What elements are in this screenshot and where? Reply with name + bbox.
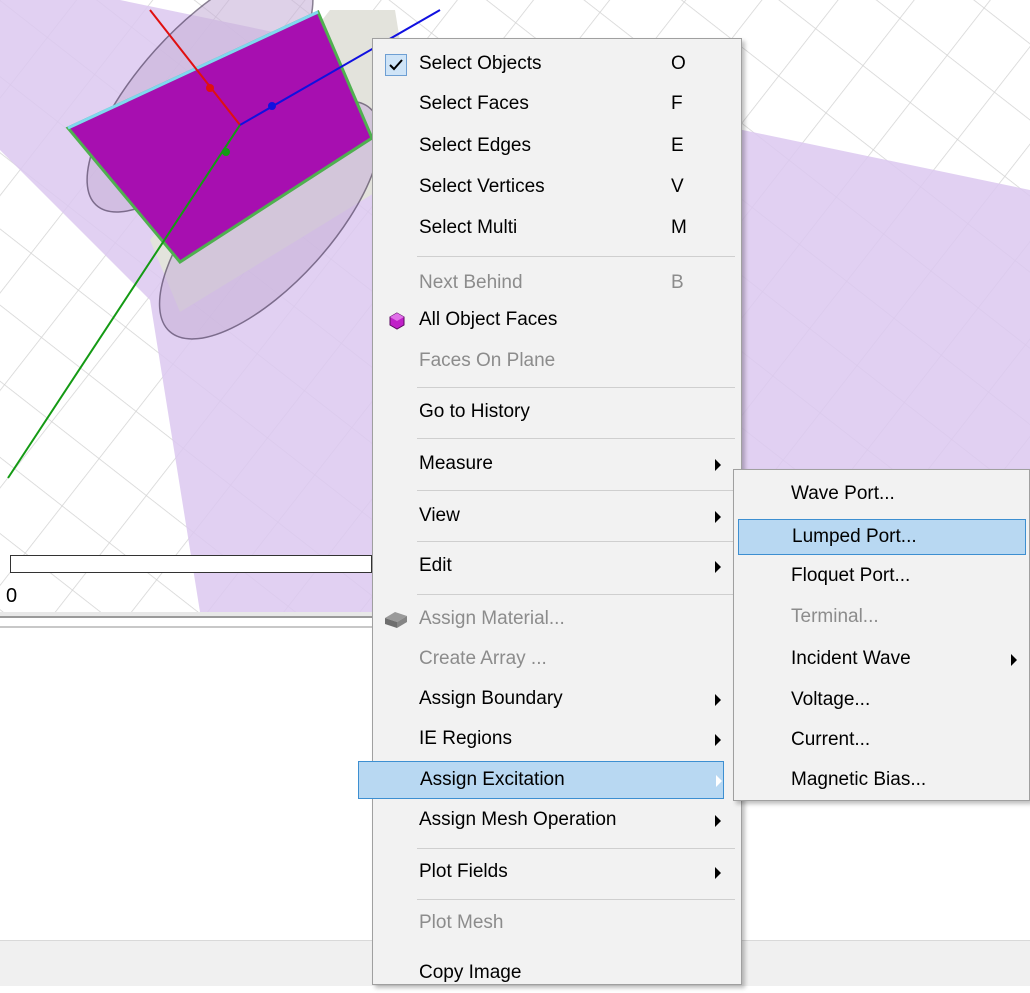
- menu-item-label: Assign Excitation: [420, 769, 565, 790]
- menu-item-shortcut: V: [671, 176, 684, 197]
- submenu-arrow-icon: [715, 734, 721, 746]
- menu-item-edit[interactable]: Edit: [375, 548, 739, 586]
- menu-item-plot-mesh: Plot Mesh: [375, 905, 739, 943]
- menu-item-label: Select Faces: [419, 93, 529, 114]
- menu-item-shortcut: M: [671, 217, 687, 238]
- submenu-arrow-icon: [715, 561, 721, 573]
- menu-item-label: Faces On Plane: [419, 350, 556, 371]
- submenu-arrow-icon: [715, 815, 721, 827]
- menu-item-ie-regions[interactable]: IE Regions: [375, 721, 739, 759]
- submenu-item-terminal: Terminal...: [738, 600, 1026, 636]
- menu-separator: [417, 848, 735, 849]
- assign-excitation-submenu: Wave Port... Lumped Port... Floquet Port..…: [733, 469, 1030, 801]
- menu-item-label: Plot Mesh: [419, 912, 504, 933]
- submenu-item-wave-port[interactable]: Wave Port...: [738, 477, 1026, 513]
- submenu-item-label: Terminal...: [791, 606, 879, 627]
- x-axis-marker: [206, 84, 214, 92]
- menu-item-label: Measure: [419, 453, 493, 474]
- menu-item-go-to-history[interactable]: Go to History: [375, 394, 739, 432]
- submenu-item-label: Voltage...: [791, 689, 871, 710]
- menu-item-shortcut: B: [671, 272, 684, 293]
- menu-item-label: Next Behind: [419, 272, 523, 293]
- cube-faces-icon: [388, 312, 406, 335]
- submenu-arrow-icon: [1011, 654, 1017, 666]
- submenu-item-incident-wave[interactable]: Incident Wave: [738, 642, 1026, 678]
- menu-item-create-array: Create Array ...: [375, 641, 739, 679]
- submenu-item-label: Wave Port...: [791, 483, 895, 504]
- menu-separator: [417, 490, 735, 491]
- submenu-item-magnetic-bias[interactable]: Magnetic Bias...: [738, 763, 1026, 799]
- menu-item-select-objects[interactable]: Select Objects O: [375, 46, 739, 84]
- menu-item-assign-material: Assign Material...: [375, 601, 739, 639]
- submenu-arrow-icon: [715, 459, 721, 471]
- submenu-item-label: Floquet Port...: [791, 565, 911, 586]
- menu-item-measure[interactable]: Measure: [375, 446, 739, 484]
- menu-item-label: Assign Material...: [419, 608, 565, 629]
- submenu-item-label: Lumped Port...: [792, 526, 917, 547]
- menu-item-shortcut: E: [671, 135, 684, 156]
- menu-separator: [417, 541, 735, 542]
- ruler-zero-label: 0: [6, 585, 18, 607]
- menu-item-label: Go to History: [419, 401, 530, 422]
- menu-item-label: Select Vertices: [419, 176, 545, 197]
- menu-item-faces-on-plane: Faces On Plane: [375, 343, 739, 381]
- menu-item-shortcut: O: [671, 53, 686, 74]
- menu-item-assign-excitation[interactable]: Assign Excitation: [358, 761, 724, 799]
- submenu-item-floquet-port[interactable]: Floquet Port...: [738, 559, 1026, 595]
- context-menu: Select Objects O Select Faces F Select Edges…: [358, 38, 742, 985]
- material-icon: [381, 610, 409, 635]
- menu-item-select-vertices[interactable]: Select Vertices V: [375, 169, 739, 207]
- submenu-arrow-icon: [715, 511, 721, 523]
- menu-item-all-object-faces[interactable]: All Object Faces: [375, 302, 739, 340]
- submenu-arrow-icon: [716, 775, 722, 787]
- y-axis-marker: [268, 102, 276, 110]
- menu-item-label: Assign Boundary: [419, 688, 563, 709]
- menu-item-label: All Object Faces: [419, 309, 558, 330]
- menu-item-label: Create Array ...: [419, 648, 547, 669]
- menu-item-assign-mesh-operation[interactable]: Assign Mesh Operation: [375, 802, 739, 840]
- submenu-item-voltage[interactable]: Voltage...: [738, 683, 1026, 719]
- menu-separator: [417, 256, 735, 257]
- menu-item-plot-fields[interactable]: Plot Fields: [375, 854, 739, 892]
- menu-separator: [417, 899, 735, 900]
- menu-item-shortcut: F: [671, 93, 683, 114]
- menu-separator: [417, 438, 735, 439]
- menu-item-label: Select Edges: [419, 135, 531, 156]
- menu-item-select-edges[interactable]: Select Edges E: [375, 128, 739, 166]
- menu-item-select-multi[interactable]: Select Multi M: [375, 210, 739, 248]
- menu-item-select-faces[interactable]: Select Faces F: [375, 86, 739, 124]
- menu-item-assign-boundary[interactable]: Assign Boundary: [375, 681, 739, 719]
- menu-item-label: Select Objects: [419, 53, 542, 74]
- menu-separator: [417, 594, 735, 595]
- z-axis-marker: [222, 148, 230, 156]
- menu-item-label: Select Multi: [419, 217, 518, 238]
- menu-item-label: IE Regions: [419, 728, 512, 749]
- submenu-arrow-icon: [715, 867, 721, 879]
- menu-item-view[interactable]: View: [375, 498, 739, 536]
- submenu-item-label: Current...: [791, 729, 871, 750]
- menu-item-label: Copy Image: [419, 962, 522, 983]
- menu-item-label: Edit: [419, 555, 452, 576]
- menu-item-copy-image[interactable]: Copy Image: [375, 955, 739, 993]
- ruler-bar: [10, 555, 372, 573]
- checkmark-icon: [385, 54, 407, 76]
- submenu-item-label: Magnetic Bias...: [791, 769, 927, 790]
- menu-item-next-behind: Next Behind B: [375, 265, 739, 303]
- menu-item-label: Plot Fields: [419, 861, 508, 882]
- submenu-item-current[interactable]: Current...: [738, 723, 1026, 759]
- menu-item-label: Assign Mesh Operation: [419, 809, 617, 830]
- submenu-arrow-icon: [715, 694, 721, 706]
- menu-item-label: View: [419, 505, 460, 526]
- submenu-item-label: Incident Wave: [791, 648, 911, 669]
- submenu-item-lumped-port[interactable]: Lumped Port...: [738, 519, 1026, 555]
- menu-separator: [417, 387, 735, 388]
